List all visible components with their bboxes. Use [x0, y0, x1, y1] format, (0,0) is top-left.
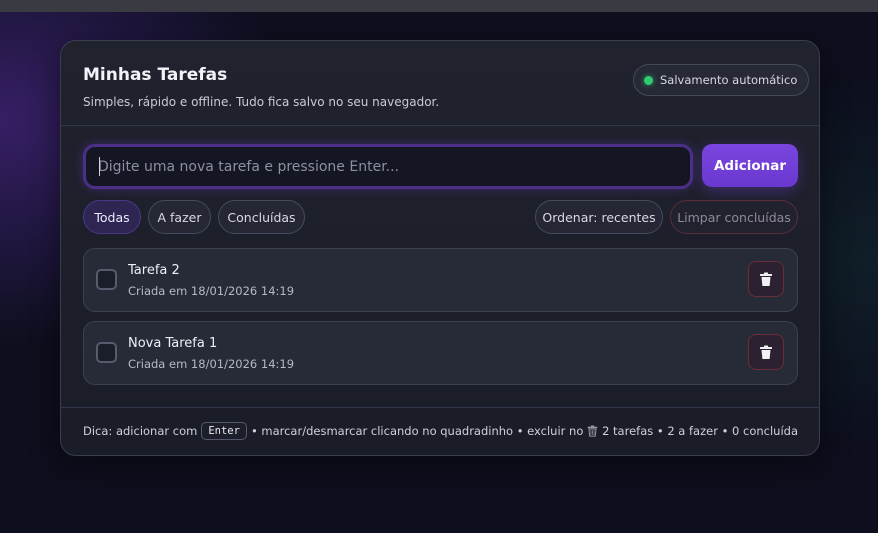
- page-title: Minhas Tarefas: [83, 65, 228, 85]
- task-title: Nova Tarefa 1: [128, 336, 218, 351]
- add-task-button[interactable]: Adicionar: [702, 144, 798, 187]
- trash-icon: [760, 345, 772, 359]
- filter-all[interactable]: Todas: [83, 200, 141, 234]
- autosave-badge: Salvamento automático: [633, 64, 810, 96]
- status-dot-icon: [644, 75, 653, 85]
- clear-completed-button[interactable]: Limpar concluídas: [670, 200, 798, 234]
- enter-key-hint: Enter: [201, 422, 247, 440]
- task-stats: 2 tarefas • 2 a fazer • 0 concluída: [602, 424, 798, 438]
- filter-todo[interactable]: A fazer: [148, 200, 211, 234]
- tip-prefix: Dica: adicionar com: [83, 424, 198, 438]
- page-subtitle: Simples, rápido e offline. Tudo fica sal…: [83, 95, 440, 109]
- card-header: Minhas Tarefas Simples, rápido e offline…: [61, 41, 819, 126]
- trash-icon: [760, 272, 772, 286]
- task-checkbox[interactable]: [96, 342, 117, 363]
- trash-icon: [588, 425, 598, 437]
- task-checkbox[interactable]: [96, 269, 117, 290]
- text-caret: [99, 157, 100, 176]
- usage-tip: Dica: adicionar com Enter • marcar/desma…: [83, 422, 598, 440]
- todo-card: Minhas Tarefas Simples, rápido e offline…: [60, 40, 820, 456]
- task-created-date: Criada em 18/01/2026 14:19: [128, 357, 295, 371]
- autosave-label: Salvamento automático: [660, 73, 798, 87]
- task-item: Tarefa 2 Criada em 18/01/2026 14:19: [83, 248, 798, 312]
- task-title: Tarefa 2: [128, 263, 180, 278]
- filter-done[interactable]: Concluídas: [218, 200, 305, 234]
- delete-task-button[interactable]: [748, 334, 784, 370]
- task-item: Nova Tarefa 1 Criada em 18/01/2026 14:19: [83, 321, 798, 385]
- card-footer: Dica: adicionar com Enter • marcar/desma…: [61, 407, 819, 455]
- delete-task-button[interactable]: [748, 261, 784, 297]
- new-task-field: [83, 144, 693, 189]
- task-created-date: Criada em 18/01/2026 14:19: [128, 284, 295, 298]
- window-top-strip: [0, 0, 878, 12]
- sort-button[interactable]: Ordenar: recentes: [535, 200, 663, 234]
- new-task-input[interactable]: [86, 147, 690, 186]
- tip-suffix: • marcar/desmarcar clicando no quadradin…: [250, 424, 584, 438]
